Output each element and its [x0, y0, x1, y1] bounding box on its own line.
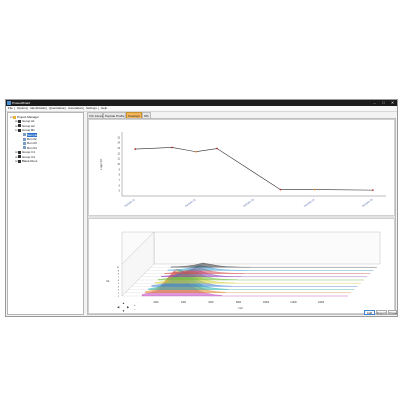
menu-settings[interactable]: Settings — [85, 106, 98, 111]
pan-right-button[interactable]: ▶ — [127, 305, 129, 309]
menu-separator — [46, 107, 47, 110]
folder-icon — [18, 124, 21, 128]
tree-item-label: Run 03 — [27, 141, 37, 146]
tree-item[interactable]: ⊞ Blank Runs — [15, 159, 37, 163]
tab-content-panel: Log2 Int. 5 6 7 8 9 10 11 12 13 14 15 Sample 01 Sam… — [87, 118, 396, 315]
x-tick-label: 8000 — [236, 302, 242, 304]
x-tick-label: 14000 — [318, 302, 325, 304]
menu-separator — [98, 107, 99, 110]
close-button[interactable]: Close — [388, 310, 397, 315]
menu-separator — [27, 107, 28, 110]
y-axis-label: Log2 Int. — [99, 158, 103, 170]
zoom-out-button[interactable]: − — [134, 307, 136, 311]
x-tick-label: 4000 — [181, 302, 187, 304]
tree-item-label: Group B1 — [22, 128, 35, 133]
project-tree[interactable]: ⊟ Project Manager ⊞ Group A1 ⊞ Group A2 ⊟ Group… — [7, 112, 84, 315]
data-point — [216, 147, 218, 150]
data-point — [371, 189, 374, 192]
folder-icon — [13, 115, 16, 119]
menu-file[interactable]: File — [7, 106, 14, 111]
menu-separator — [65, 107, 66, 110]
tree-item-label: Group A1 — [22, 119, 35, 124]
app-icon — [7, 101, 11, 105]
tree-item[interactable]: Run 03 — [20, 141, 37, 145]
folder-icon — [23, 146, 26, 150]
folder-icon — [23, 133, 26, 137]
tree-item[interactable]: Run 02 — [20, 137, 37, 141]
data-point — [134, 148, 137, 150]
app-window: ProteoWizard – □ ✕ File Options Identifi… — [5, 99, 398, 317]
pan-down-button[interactable]: ▼ — [122, 309, 125, 313]
folder-icon — [18, 128, 21, 132]
folder-icon — [23, 141, 26, 145]
x-tick-label: 6000 — [208, 302, 214, 304]
tree-item-label: Group C1 — [22, 150, 36, 155]
y-axis-label: Int. — [106, 279, 110, 283]
tree-item[interactable]: ⊞ Group C2 — [15, 155, 35, 159]
pan-up-button[interactable]: ▲ — [122, 301, 125, 305]
x-tick-label: 10000 — [263, 302, 270, 304]
tree-item-label: Run 04 — [27, 145, 37, 150]
tree-item-label: Run 02 — [27, 137, 37, 141]
data-point — [279, 188, 282, 191]
menu-help[interactable]: Help — [100, 106, 108, 111]
data-point — [171, 146, 174, 149]
tree-item-label: Blank Runs — [22, 159, 38, 163]
tree-item[interactable]: ⊞ Group C1 — [15, 150, 35, 154]
folder-icon — [18, 150, 21, 154]
tree-item[interactable]: ⊟ Project Manager — [10, 115, 39, 119]
x-tick-label: 12000 — [290, 302, 297, 304]
x-tick-label: 2000 — [153, 302, 159, 304]
folder-icon — [18, 155, 21, 159]
folder-icon — [18, 119, 21, 123]
tree-item[interactable]: ⊟ Group B1 — [15, 128, 35, 132]
pan-left-button[interactable]: ◀ — [117, 305, 119, 309]
export-button[interactable]: Export — [376, 310, 387, 315]
data-point — [313, 188, 316, 191]
menu-separator — [14, 107, 15, 110]
waterfall-spectra-chart: 12345678910 2000 4000 6000 8000 10000 12000 14… — [88, 218, 395, 314]
data-point — [195, 150, 197, 153]
profile-line-chart: Log2 Int. 56789101112131415 Sample 01 Sam… — [88, 119, 395, 216]
x-axis-label: m/z — [238, 306, 243, 310]
tree-item-label: Sample — [27, 132, 38, 137]
menu-separator — [83, 107, 84, 110]
add-button[interactable]: Add — [364, 310, 375, 315]
tree-item[interactable]: Run 04 — [20, 146, 37, 150]
tree-item[interactable]: ⊞ Group A1 — [15, 119, 35, 123]
tree-item-label: Group C2 — [22, 154, 36, 159]
zoom-controls: ▲ ◀ ▶ ▼ + − — [116, 301, 136, 313]
tree-item[interactable]: Sample — [20, 132, 38, 137]
tree-item-label: Project Manager — [17, 115, 40, 119]
main-area: XIC traces Peptide Profile Overlays MS L… — [87, 112, 396, 315]
folder-icon — [18, 159, 21, 163]
tree-item[interactable]: ⊞ Group A2 — [15, 124, 35, 128]
tree-item-label: Group A2 — [22, 123, 35, 128]
menu-quantitation[interactable]: Quantitation — [48, 106, 66, 111]
folder-icon — [23, 137, 26, 141]
rear-plane — [153, 231, 381, 265]
